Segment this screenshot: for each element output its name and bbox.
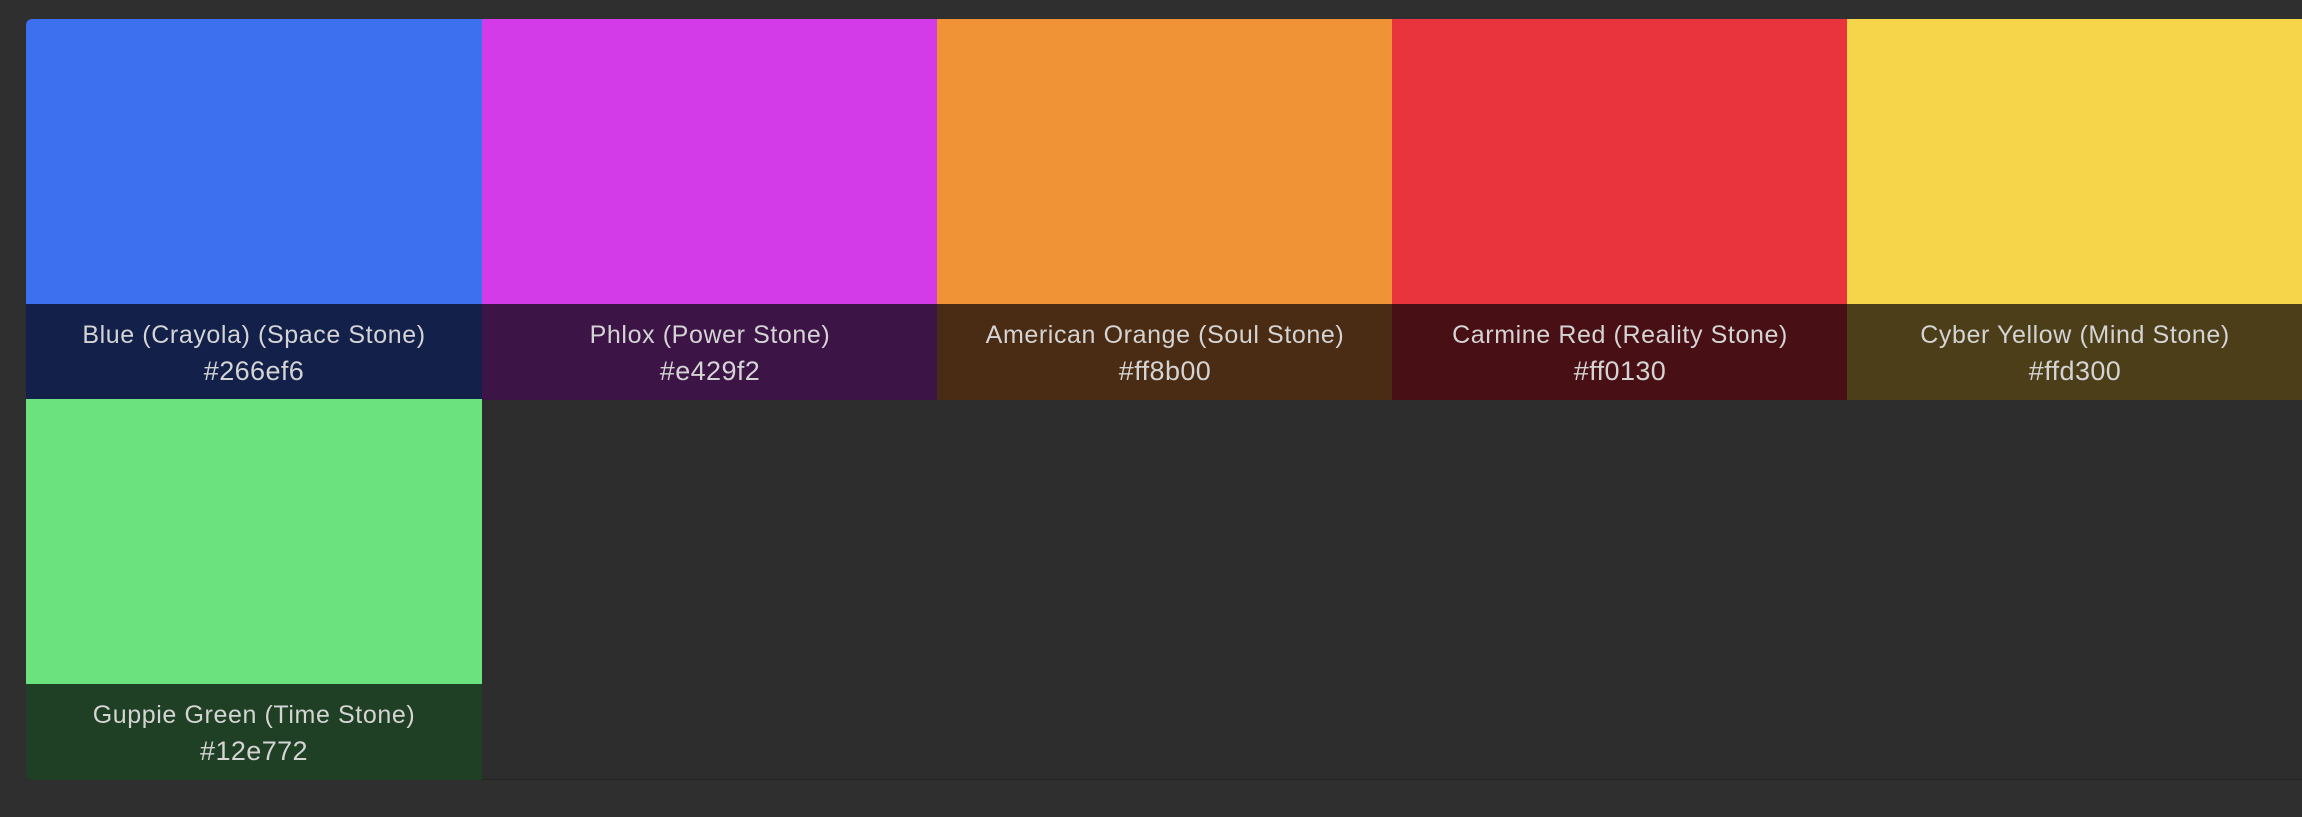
color-chip[interactable] [26, 399, 482, 684]
color-name: Blue (Crayola) (Space Stone) [82, 321, 426, 349]
color-hex: #ff8b00 [1118, 356, 1212, 386]
color-chip[interactable] [482, 19, 938, 304]
swatch-label: Phlox (Power Stone) #e429f2 [482, 304, 938, 400]
color-chip[interactable] [1392, 19, 1848, 304]
color-swatch-space-stone[interactable]: Blue (Crayola) (Space Stone) #266ef6 [26, 19, 482, 400]
swatch-label: Cyber Yellow (Mind Stone) #ffd300 [1847, 304, 2302, 400]
color-swatch-soul-stone[interactable]: American Orange (Soul Stone) #ff8b00 [937, 19, 1393, 400]
color-hex: #ff0130 [1573, 356, 1667, 386]
color-name: Phlox (Power Stone) [589, 321, 831, 349]
color-swatch-time-stone[interactable]: Guppie Green (Time Stone) #12e772 [26, 399, 482, 780]
color-hex: #266ef6 [203, 356, 305, 386]
swatch-label: Guppie Green (Time Stone) #12e772 [26, 684, 482, 780]
swatch-label: American Orange (Soul Stone) #ff8b00 [937, 304, 1393, 400]
color-chip[interactable] [937, 19, 1393, 304]
swatch-label: Blue (Crayola) (Space Stone) #266ef6 [26, 304, 482, 400]
color-swatch-reality-stone[interactable]: Carmine Red (Reality Stone) #ff0130 [1392, 19, 1848, 400]
color-name: American Orange (Soul Stone) [985, 321, 1345, 349]
color-hex: #ffd300 [2028, 356, 2122, 386]
swatch-label: Carmine Red (Reality Stone) #ff0130 [1392, 304, 1848, 400]
color-name: Carmine Red (Reality Stone) [1452, 321, 1788, 349]
color-chip[interactable] [1847, 19, 2302, 304]
color-name: Guppie Green (Time Stone) [92, 701, 416, 729]
color-chip[interactable] [26, 19, 482, 304]
color-name: Cyber Yellow (Mind Stone) [1920, 321, 2230, 349]
color-hex: #e429f2 [659, 356, 761, 386]
color-swatch-power-stone[interactable]: Phlox (Power Stone) #e429f2 [482, 19, 938, 400]
color-hex: #12e772 [200, 736, 308, 766]
color-swatch-mind-stone[interactable]: Cyber Yellow (Mind Stone) #ffd300 [1847, 19, 2302, 400]
color-palette: Blue (Crayola) (Space Stone) #266ef6 Phl… [26, 19, 2302, 780]
